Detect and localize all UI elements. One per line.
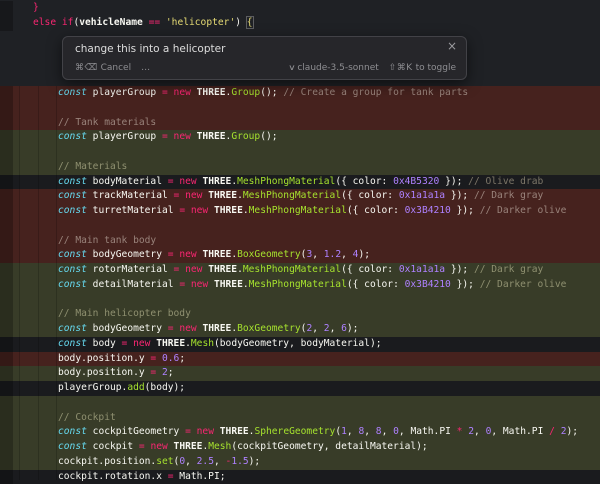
shift-cmd-k-shortcut: ⇧⌘K (389, 63, 413, 73)
toggle-label: to toggle (416, 63, 456, 73)
code-line[interactable]: // Tank materials (0, 116, 600, 131)
code-line[interactable] (0, 293, 600, 308)
code-line[interactable]: // Main tank body (0, 234, 600, 249)
code-line[interactable]: body.position.y = 2; (0, 366, 600, 381)
toggle-hint[interactable]: ⇧⌘K to toggle (389, 63, 456, 73)
code-line[interactable]: playerGroup.add(body); (0, 381, 600, 396)
code-line[interactable]: const rotorMaterial = new THREE.MeshPhon… (0, 263, 600, 278)
code-line[interactable]: cockpit.rotation.x = Math.PI; (0, 470, 600, 484)
close-icon[interactable]: × (447, 40, 457, 52)
code-line[interactable] (0, 396, 600, 411)
cancel-label: Cancel (101, 63, 132, 73)
code-line[interactable] (0, 219, 600, 234)
model-selector[interactable]: ∨claude-3.5-sonnet (289, 63, 379, 73)
code-line[interactable]: const turretMaterial = new THREE.MeshPho… (0, 204, 600, 219)
code-line[interactable]: const bodyGeometry = new THREE.BoxGeomet… (0, 322, 600, 337)
code-line[interactable]: const playerGroup = new THREE.Group(); (0, 130, 600, 145)
code-line[interactable]: const bodyGeometry = new THREE.BoxGeomet… (0, 248, 600, 263)
code-line[interactable]: const trackMaterial = new THREE.MeshPhon… (0, 189, 600, 204)
code-line[interactable]: const cockpitGeometry = new THREE.Sphere… (0, 425, 600, 440)
code-line[interactable]: const bodyMaterial = new THREE.MeshPhong… (0, 175, 600, 190)
code-line[interactable] (0, 101, 600, 116)
model-label: claude-3.5-sonnet (297, 63, 378, 73)
chevron-down-icon: ∨ (288, 63, 296, 72)
code-line[interactable]: } (0, 1, 600, 16)
code-line[interactable]: const cockpit = new THREE.Mesh(cockpitGe… (0, 440, 600, 455)
code-line[interactable]: const detailMaterial = new THREE.MeshPho… (0, 278, 600, 293)
more-options-button[interactable]: … (141, 63, 150, 73)
code-line[interactable]: // Main helicopter body (0, 307, 600, 322)
code-line[interactable]: const body = new THREE.Mesh(bodyGeometry… (0, 337, 600, 352)
code-line[interactable]: // Materials (0, 160, 600, 175)
inline-edit-widget: change this into a helicopter × ⌘⌫ Cance… (62, 36, 467, 80)
code-line[interactable]: cockpit.position.set(0, 2.5, -1.5); (0, 455, 600, 470)
code-line[interactable]: body.position.y = 0.6; (0, 352, 600, 367)
code-line[interactable]: else if(vehicleName == 'helicopter') { (0, 16, 600, 31)
inline-edit-input[interactable]: change this into a helicopter (75, 43, 436, 55)
cancel-button[interactable]: ⌘⌫ Cancel (75, 63, 131, 73)
cmd-backspace-shortcut: ⌘⌫ (75, 63, 98, 73)
code-line[interactable] (0, 145, 600, 160)
code-line[interactable]: const playerGroup = new THREE.Group(); /… (0, 86, 600, 101)
code-line[interactable]: // Cockpit (0, 411, 600, 426)
